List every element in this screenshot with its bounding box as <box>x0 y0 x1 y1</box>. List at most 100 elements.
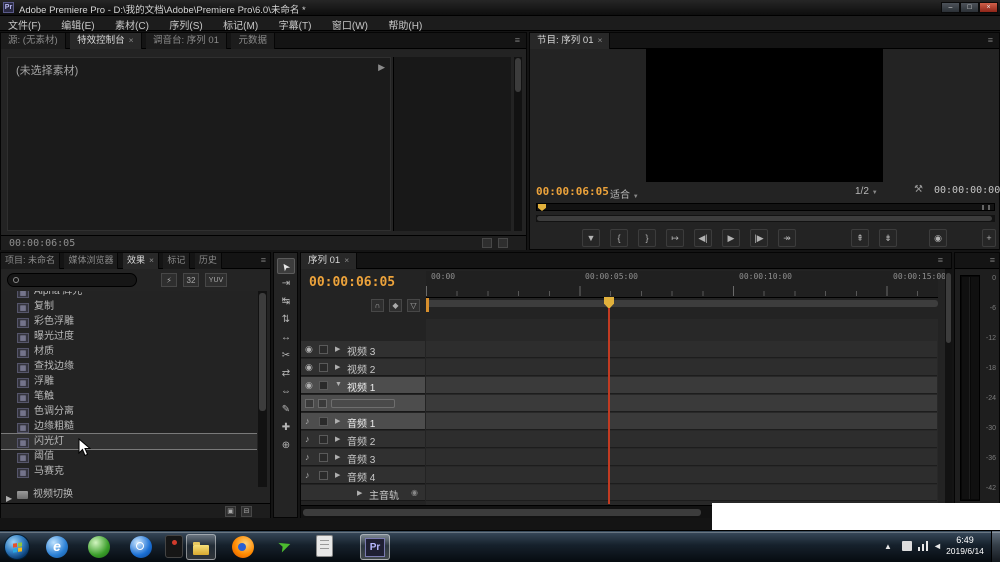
close-button[interactable]: × <box>979 2 998 13</box>
effects-scrollbar[interactable] <box>258 291 267 487</box>
maximize-button[interactable]: □ <box>960 2 979 13</box>
tab-source[interactable]: 源: (无素材) <box>1 33 66 49</box>
panel-menu-icon[interactable]: ≡ <box>988 35 993 45</box>
ripple-edit-tool[interactable]: ↹ <box>277 294 295 310</box>
tray-app-icon[interactable] <box>902 541 912 551</box>
folder-video-transitions[interactable]: ▶ 视频切换 <box>1 487 257 503</box>
network-icon[interactable] <box>918 541 930 551</box>
step-back-button[interactable]: ◀| <box>694 229 712 247</box>
tab-markers[interactable]: 标记 <box>163 253 191 269</box>
timeline-ruler[interactable]: 00:00 00:00:05:00 00:00:10:00 00:00:15:0… <box>426 271 946 298</box>
program-scrollbar[interactable] <box>536 215 995 222</box>
track-lane-video1[interactable] <box>426 377 937 394</box>
timeline-vscrollbar[interactable] <box>945 269 952 505</box>
tab-effects[interactable]: 效果 × <box>122 253 159 269</box>
taskbar-green-browser-icon[interactable] <box>88 536 110 558</box>
work-area-bar[interactable] <box>426 300 938 307</box>
set-display-style-icon[interactable] <box>305 399 314 408</box>
track-lock-icon[interactable] <box>319 435 328 444</box>
razor-tool[interactable]: ✂ <box>277 348 295 364</box>
speaker-icon[interactable]: ♪ <box>305 434 310 444</box>
fit-dropdown[interactable]: 适合 ▼ <box>610 186 639 201</box>
chevron-right-icon[interactable]: ▶ <box>335 345 340 353</box>
track-display-strip[interactable] <box>331 399 395 408</box>
chevron-right-icon[interactable]: ▶ <box>335 453 340 461</box>
tab-project[interactable]: 项目: 未命名 <box>1 253 61 269</box>
go-to-out-button[interactable]: } <box>638 229 656 247</box>
track-lock-icon[interactable] <box>319 363 328 372</box>
panel-menu-icon[interactable]: ≡ <box>990 255 995 265</box>
slide-tool[interactable]: ⇔ <box>277 384 295 400</box>
scrollbar-thumb[interactable] <box>259 293 266 411</box>
eye-icon[interactable]: ◉ <box>305 344 313 355</box>
effect-item[interactable]: ▦ 马赛克 <box>1 464 257 479</box>
scrollbar-thumb[interactable] <box>515 58 521 92</box>
taskbar-explorer-button[interactable] <box>186 534 216 560</box>
effect-item[interactable]: ▦ 曝光过度 <box>1 329 257 344</box>
timeline-current-timecode[interactable]: 00:00:06:05 <box>309 275 395 290</box>
track-lane-audio2[interactable] <box>426 431 937 448</box>
lift-button[interactable]: ⇞ <box>851 229 869 247</box>
tab-close-icon[interactable]: × <box>598 35 603 45</box>
taskbar-dark-app-icon[interactable] <box>165 535 183 558</box>
set-marker-icon[interactable]: ▽ <box>407 299 420 312</box>
track-lane-video2[interactable] <box>426 359 937 376</box>
track-header-master[interactable]: ▶ 主音轨 ◉ <box>301 485 425 502</box>
tab-sequence-01[interactable]: 序列 01 × <box>301 253 358 269</box>
taskbar-firefox-icon[interactable] <box>232 536 254 558</box>
scrollbar-thumb[interactable] <box>303 509 701 516</box>
speaker-icon[interactable]: ♪ <box>305 470 310 480</box>
slip-tool[interactable]: ⇄ <box>277 366 295 382</box>
chevron-right-icon[interactable]: ▶ <box>335 363 340 371</box>
track-header-audio1[interactable]: ♪ ▶ 音频 1 <box>301 413 425 430</box>
zoom-tool[interactable]: ⊕ <box>277 438 295 454</box>
track-lane-master[interactable] <box>426 485 937 501</box>
play-in-to-out-button[interactable]: ↦ <box>666 229 684 247</box>
effect-item[interactable]: ▦ 复制 <box>1 299 257 314</box>
tab-media-browser[interactable]: 媒体浏览器 <box>64 253 119 269</box>
track-lane-audio4[interactable] <box>426 467 937 484</box>
chevron-right-icon[interactable]: ▶ <box>335 435 340 443</box>
track-header-video2[interactable]: ◉ ▶ 视频 2 <box>301 359 425 376</box>
minimize-button[interactable]: – <box>941 2 960 13</box>
play-button[interactable]: ▶ <box>722 229 740 247</box>
taskbar-compass-browser-icon[interactable] <box>130 536 152 558</box>
speaker-icon[interactable]: ♪ <box>305 452 310 462</box>
scrollbar-thumb[interactable] <box>537 216 992 221</box>
track-header-video1[interactable]: ◉ ▼ 视频 1 <box>301 377 425 394</box>
effect-item[interactable]: ▦ 查找边缘 <box>1 359 257 374</box>
hidden-icons-chevron[interactable]: ▲ <box>884 542 892 551</box>
effect-item[interactable]: ▦ 笔触 <box>1 389 257 404</box>
program-current-timecode[interactable]: 00:00:06:05 <box>536 185 609 198</box>
track-lock-icon[interactable] <box>319 453 328 462</box>
playback-resolution-dropdown[interactable]: 1/2 ▼ <box>855 186 878 197</box>
hand-tool[interactable]: ✚ <box>277 420 295 436</box>
go-to-in-button[interactable]: { <box>610 229 628 247</box>
snap-icon[interactable]: ∩ <box>371 299 384 312</box>
tab-program[interactable]: 节目: 序列 01 × <box>530 33 611 49</box>
panel-menu-icon[interactable]: ≡ <box>515 35 520 45</box>
rolling-edit-tool[interactable]: ⇅ <box>277 312 295 328</box>
program-scrub-bar[interactable] <box>536 203 995 211</box>
accelerated-effects-filter-icon[interactable]: ⚡ <box>161 273 177 287</box>
taskbar-notepad-icon[interactable] <box>316 535 333 557</box>
pen-tool[interactable]: ✎ <box>277 402 295 418</box>
volume-icon[interactable]: ◄ <box>933 541 942 551</box>
effect-item-selected[interactable]: ▦ 闪光灯 <box>1 433 257 450</box>
extract-button[interactable]: ⇟ <box>879 229 897 247</box>
panel-menu-icon[interactable]: ≡ <box>261 255 266 265</box>
scrollbar-thumb[interactable] <box>946 273 951 343</box>
export-frame-button[interactable]: ◉ <box>929 229 947 247</box>
track-lane-audio1[interactable] <box>426 413 937 430</box>
new-bin-icon[interactable]: ▣ <box>225 506 236 517</box>
program-playhead[interactable] <box>538 204 546 211</box>
zoom-out-icon[interactable] <box>482 238 492 248</box>
speaker-icon[interactable]: ♪ <box>305 416 310 426</box>
chevron-down-icon[interactable]: ▼ <box>335 381 342 388</box>
selection-tool[interactable]: ➤ <box>277 258 295 274</box>
show-keyframes-icon[interactable] <box>318 399 327 408</box>
track-header-audio3[interactable]: ♪ ▶ 音频 3 <box>301 449 425 466</box>
show-timeline-view-button[interactable]: ▶ <box>378 62 385 73</box>
delete-icon[interactable]: ⊟ <box>241 506 252 517</box>
eye-icon[interactable]: ◉ <box>305 380 313 391</box>
